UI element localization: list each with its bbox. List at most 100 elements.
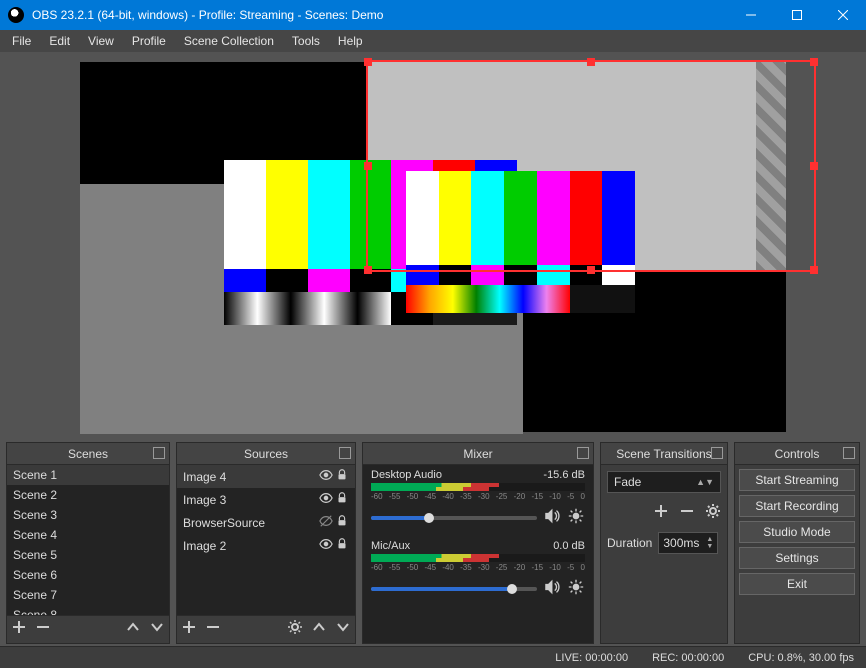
menu-view[interactable]: View	[80, 32, 122, 50]
menu-help[interactable]: Help	[330, 32, 371, 50]
menu-scene-collection[interactable]: Scene Collection	[176, 32, 282, 50]
source-remove-button[interactable]	[205, 619, 221, 640]
handle-tm[interactable]	[587, 58, 595, 66]
visibility-toggle-icon[interactable]	[319, 491, 333, 508]
lock-toggle-icon[interactable]	[335, 514, 349, 531]
visibility-toggle-icon[interactable]	[319, 537, 333, 554]
source-move-up-button[interactable]	[311, 619, 327, 640]
spin-arrows-icon[interactable]: ▲▼	[706, 536, 713, 550]
source-label: BrowserSource	[183, 516, 265, 530]
minimize-button[interactable]	[728, 0, 774, 30]
selection-outline[interactable]	[366, 60, 816, 272]
volume-slider[interactable]	[371, 516, 537, 520]
scene-row[interactable]: Scene 1	[7, 465, 169, 485]
visibility-toggle-icon[interactable]	[319, 468, 333, 485]
transition-settings-button[interactable]	[705, 503, 721, 522]
control-button-studio-mode[interactable]: Studio Mode	[739, 521, 855, 543]
control-button-settings[interactable]: Settings	[739, 547, 855, 569]
scene-row[interactable]: Scene 3	[7, 505, 169, 525]
duration-input[interactable]: 300ms ▲▼	[658, 532, 718, 554]
panel-mixer: Mixer Desktop Audio-15.6 dB-60-55-50-45-…	[362, 442, 594, 644]
scene-row[interactable]: Scene 6	[7, 565, 169, 585]
handle-tr[interactable]	[810, 58, 818, 66]
meter-ticks: -60-55-50-45-40-35-30-25-20-15-10-50	[371, 563, 585, 572]
scene-add-button[interactable]	[11, 619, 27, 640]
transition-select[interactable]: Fade ▲▼	[607, 471, 721, 493]
app-window: OBS 23.2.1 (64-bit, windows) - Profile: …	[0, 0, 866, 668]
panel-sources-title: Sources	[244, 447, 288, 461]
source-add-button[interactable]	[181, 619, 197, 640]
scene-row[interactable]: Scene 7	[7, 585, 169, 605]
preview-canvas[interactable]	[80, 62, 786, 432]
channel-settings-button[interactable]	[567, 507, 585, 528]
channel-db: -15.6 dB	[543, 469, 585, 481]
source-move-down-button[interactable]	[335, 619, 351, 640]
controls-body: Start Streaming Start Recording Studio Mod…	[735, 465, 859, 643]
source-properties-button[interactable]	[287, 619, 303, 640]
popout-icon[interactable]	[339, 447, 351, 459]
window-title: OBS 23.2.1 (64-bit, windows) - Profile: …	[32, 8, 728, 22]
transition-add-button[interactable]	[653, 503, 669, 522]
mixer-channel: Mic/Aux0.0 dB-60-55-50-45-40-35-30-25-20…	[363, 536, 593, 607]
handle-bl[interactable]	[364, 266, 372, 274]
scene-row[interactable]: Scene 8	[7, 605, 169, 615]
mute-button[interactable]	[543, 507, 561, 528]
source-label: Image 2	[183, 539, 226, 553]
popout-icon[interactable]	[711, 447, 723, 459]
channel-settings-button[interactable]	[567, 578, 585, 599]
scene-move-down-button[interactable]	[149, 619, 165, 640]
source-row[interactable]: Image 2	[177, 534, 355, 557]
popout-icon[interactable]	[153, 447, 165, 459]
channel-name: Desktop Audio	[371, 469, 442, 481]
sources-list[interactable]: Image 4Image 3 BrowserSource Image 2	[177, 465, 355, 615]
panel-transitions-header: Scene Transitions	[601, 443, 727, 465]
menu-tools[interactable]: Tools	[284, 32, 328, 50]
chevron-updown-icon: ▲▼	[696, 477, 714, 487]
popout-icon[interactable]	[843, 447, 855, 459]
control-button-start-streaming[interactable]: Start Streaming	[739, 469, 855, 491]
handle-tl[interactable]	[364, 58, 372, 66]
handle-br[interactable]	[810, 266, 818, 274]
source-row[interactable]: Image 3	[177, 488, 355, 511]
volume-slider[interactable]	[371, 587, 537, 591]
scenes-toolbar	[7, 615, 169, 643]
panel-controls-header: Controls	[735, 443, 859, 465]
menu-edit[interactable]: Edit	[41, 32, 78, 50]
statusbar: LIVE: 00:00:00 REC: 00:00:00 CPU: 0.8%, …	[0, 646, 866, 668]
close-button[interactable]	[820, 0, 866, 30]
handle-mr[interactable]	[810, 162, 818, 170]
lock-toggle-icon[interactable]	[335, 491, 349, 508]
source-row[interactable]: BrowserSource	[177, 511, 355, 534]
menu-profile[interactable]: Profile	[124, 32, 174, 50]
menubar: File Edit View Profile Scene Collection …	[0, 30, 866, 52]
menu-file[interactable]: File	[4, 32, 39, 50]
panel-scenes-header: Scenes	[7, 443, 169, 465]
scene-move-up-button[interactable]	[125, 619, 141, 640]
handle-bm[interactable]	[587, 266, 595, 274]
maximize-button[interactable]	[774, 0, 820, 30]
meter-ticks: -60-55-50-45-40-35-30-25-20-15-10-50	[371, 492, 585, 501]
lock-toggle-icon[interactable]	[335, 537, 349, 554]
transition-value: Fade	[614, 475, 641, 489]
mute-button[interactable]	[543, 578, 561, 599]
preview-container	[0, 52, 866, 442]
duration-label: Duration	[607, 536, 652, 550]
scenes-list[interactable]: Scene 1Scene 2Scene 3Scene 4Scene 5Scene…	[7, 465, 169, 615]
transition-remove-button[interactable]	[679, 503, 695, 522]
scene-row[interactable]: Scene 2	[7, 485, 169, 505]
panel-sources: Sources Image 4Image 3BrowserSourceImage…	[176, 442, 356, 644]
handle-ml[interactable]	[364, 162, 372, 170]
scene-row[interactable]: Scene 5	[7, 545, 169, 565]
volume-meter	[371, 554, 585, 562]
panel-transitions: Scene Transitions Fade ▲▼ Duration	[600, 442, 728, 644]
lock-toggle-icon[interactable]	[335, 468, 349, 485]
source-row[interactable]: Image 4	[177, 465, 355, 488]
popout-icon[interactable]	[577, 447, 589, 459]
scene-row[interactable]: Scene 4	[7, 525, 169, 545]
control-button-start-recording[interactable]: Start Recording	[739, 495, 855, 517]
docks-row: Scenes Scene 1Scene 2Scene 3Scene 4Scene…	[0, 442, 866, 646]
control-button-exit[interactable]: Exit	[739, 573, 855, 595]
visibility-toggle-icon[interactable]	[319, 514, 333, 531]
scene-remove-button[interactable]	[35, 619, 51, 640]
panel-sources-header: Sources	[177, 443, 355, 465]
